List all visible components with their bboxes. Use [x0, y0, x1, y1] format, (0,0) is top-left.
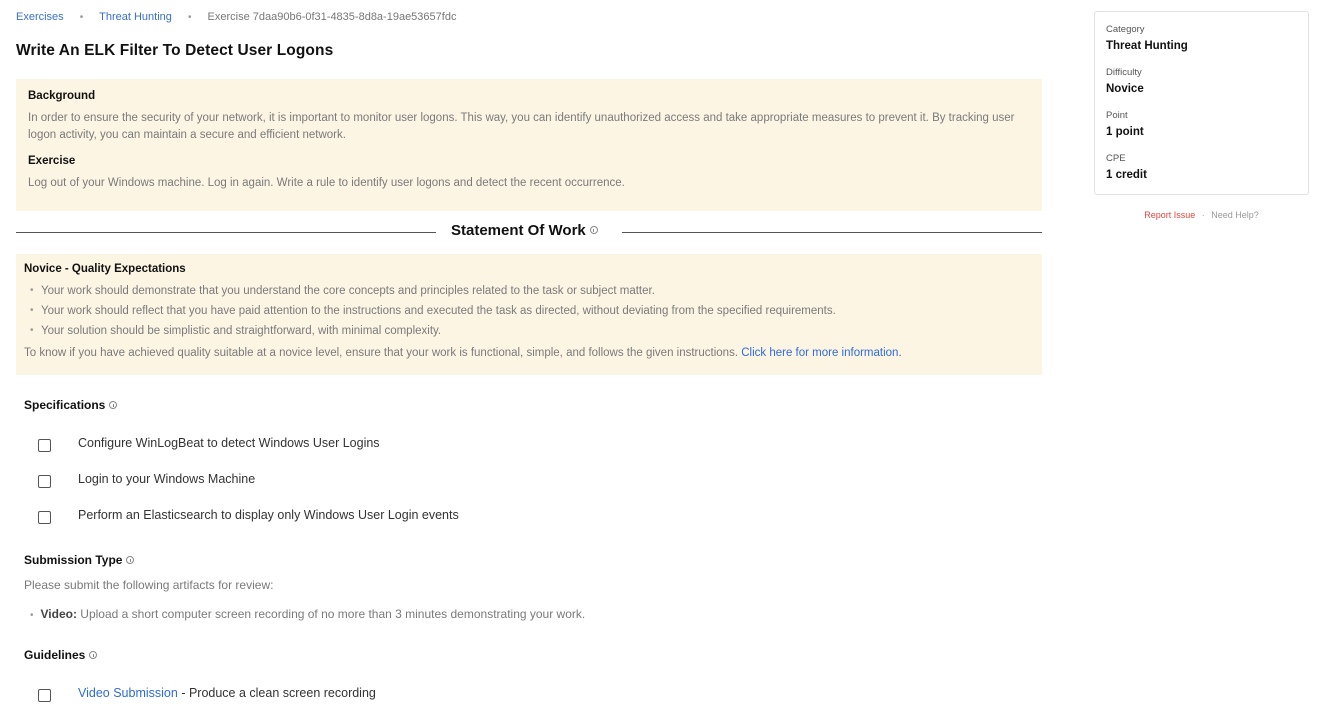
info-icon[interactable]: [89, 650, 98, 659]
guideline-item[interactable]: Video Submission - Produce a clean scree…: [38, 686, 376, 703]
info-icon[interactable]: [589, 226, 598, 235]
statement-of-work-title: Statement Of Work: [451, 222, 598, 239]
specification-item[interactable]: Perform an Elasticsearch to display only…: [38, 508, 459, 525]
divider-line: [622, 232, 1042, 233]
guideline-text: - Produce a clean screen recording: [177, 686, 376, 700]
cpe-label: CPE: [1106, 153, 1126, 164]
breadcrumb-separator: •: [79, 12, 84, 23]
breadcrumb-threat-hunting[interactable]: Threat Hunting: [99, 11, 172, 23]
exercise-heading: Exercise: [28, 155, 76, 167]
need-help-link[interactable]: Need Help?: [1211, 210, 1259, 220]
page-title: Write An ELK Filter To Detect User Logon…: [16, 42, 334, 59]
exercise-details-card: Category Threat Hunting Difficulty Novic…: [1094, 11, 1309, 195]
background-text: In order to ensure the security of your …: [28, 112, 1015, 141]
video-submission-link[interactable]: Video Submission: [78, 686, 178, 700]
submission-type-heading: Submission Type: [24, 553, 135, 567]
help-links: Report Issue · Need Help?: [1094, 210, 1309, 220]
specification-checkbox[interactable]: [38, 474, 51, 488]
quality-list: Your work should demonstrate that you un…: [24, 281, 1034, 341]
exercise-text: Log out of your Windows machine. Log in …: [28, 177, 625, 189]
submission-intro: Please submit the following artifacts fo…: [24, 578, 274, 592]
breadcrumb-separator: •: [187, 12, 192, 23]
specification-item[interactable]: Configure WinLogBeat to detect Windows U…: [38, 436, 380, 453]
category-label: Category: [1106, 24, 1145, 35]
submission-item: • Video: Upload a short computer screen r…: [30, 607, 585, 621]
guidelines-heading: Guidelines: [24, 648, 98, 662]
background-heading: Background: [28, 90, 96, 102]
guideline-checkbox[interactable]: [38, 688, 51, 702]
submission-item-text: Upload a short computer screen recording…: [76, 607, 586, 621]
specifications-heading: Specifications: [24, 398, 118, 412]
specification-checkbox[interactable]: [38, 438, 51, 452]
quality-note-text: To know if you have achieved quality sui…: [24, 347, 742, 359]
specification-label: Login to your Windows Machine: [78, 472, 256, 486]
point-value: 1 point: [1106, 126, 1144, 138]
breadcrumb-exercises[interactable]: Exercises: [16, 11, 64, 23]
quality-bullet: Your work should reflect that you have p…: [24, 301, 1034, 321]
specification-label: Perform an Elasticsearch to display only…: [78, 508, 459, 522]
category-value: Threat Hunting: [1106, 40, 1188, 52]
breadcrumb: Exercises • Threat Hunting • Exercise 7d…: [16, 11, 456, 23]
specification-checkbox[interactable]: [38, 510, 51, 524]
report-issue-link[interactable]: Report Issue: [1144, 210, 1195, 220]
info-icon[interactable]: [126, 555, 135, 564]
breadcrumb-current: Exercise 7daa90b6-0f31-4835-8d8a-19ae536…: [207, 11, 457, 23]
more-information-link[interactable]: Click here for more information.: [741, 347, 901, 359]
quality-heading: Novice - Quality Expectations: [24, 263, 186, 275]
specifications-label: Specifications: [24, 398, 106, 412]
submission-type-label: Submission Type: [24, 553, 123, 567]
separator: ·: [1201, 210, 1205, 220]
bullet: •: [30, 610, 34, 621]
statement-of-work-label: Statement Of Work: [451, 222, 586, 239]
guideline-label: Video Submission - Produce a clean scree…: [78, 686, 376, 700]
difficulty-value: Novice: [1106, 83, 1144, 95]
background-panel: Background In order to ensure the securi…: [16, 79, 1042, 211]
specification-label: Configure WinLogBeat to detect Windows U…: [78, 436, 380, 450]
specification-item[interactable]: Login to your Windows Machine: [38, 472, 255, 489]
guidelines-label: Guidelines: [24, 648, 86, 662]
quality-note: To know if you have achieved quality sui…: [24, 345, 1034, 362]
divider-line: [16, 232, 436, 233]
point-label: Point: [1106, 110, 1128, 121]
cpe-value: 1 credit: [1106, 169, 1147, 181]
statement-of-work-divider: Statement Of Work: [16, 222, 1042, 242]
quality-bullet: Your solution should be simplistic and s…: [24, 321, 1034, 341]
quality-bullet: Your work should demonstrate that you un…: [24, 281, 1034, 301]
difficulty-label: Difficulty: [1106, 67, 1142, 78]
quality-expectations-panel: Novice - Quality Expectations Your work …: [16, 254, 1042, 375]
submission-item-label: Video:: [40, 607, 77, 621]
info-icon[interactable]: [109, 400, 118, 409]
